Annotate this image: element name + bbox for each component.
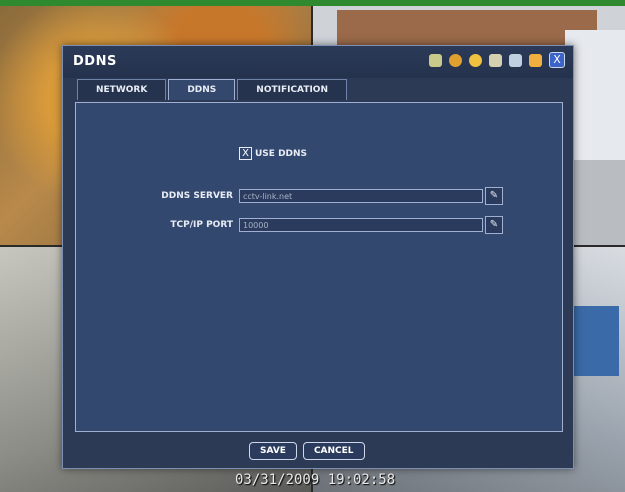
ddns-panel [75, 102, 563, 432]
timestamp: 03/31/2009 19:02:58 [235, 472, 396, 488]
pencil-icon[interactable]: ✎ [485, 187, 503, 205]
tab-ddns[interactable]: DDNS [168, 79, 236, 100]
cancel-button[interactable]: CANCEL [302, 442, 365, 460]
ddns-dialog: DDNS X NETWORK DDNS NOTIFICATION X USE D… [62, 45, 574, 469]
use-ddns-row: X USE DDNS [239, 147, 307, 160]
use-ddns-label: USE DDNS [255, 148, 308, 159]
record-icon[interactable] [449, 53, 462, 67]
use-ddns-checkbox[interactable]: X [239, 147, 252, 160]
camera-icon[interactable] [429, 53, 442, 67]
dialog-title: DDNS [73, 54, 117, 69]
tcp-ip-port-label: TCP/IP PORT [170, 220, 233, 230]
ddns-server-label: DDNS SERVER [161, 191, 233, 201]
search-icon[interactable] [469, 53, 482, 67]
network-icon[interactable] [509, 53, 522, 67]
title-bar: DDNS X [63, 46, 573, 78]
tcp-ip-port-input[interactable]: 10000 [239, 218, 483, 232]
power-icon[interactable] [529, 53, 542, 67]
close-icon[interactable]: X [549, 52, 565, 68]
tab-notification[interactable]: NOTIFICATION [237, 79, 347, 100]
tab-network[interactable]: NETWORK [77, 79, 167, 100]
window [565, 30, 625, 160]
tab-bar: NETWORK DDNS NOTIFICATION [77, 79, 347, 101]
button-row: SAVE CANCEL [249, 442, 365, 460]
toolbar-icons: X [429, 52, 565, 68]
blue-object [571, 306, 619, 376]
save-button[interactable]: SAVE [249, 442, 297, 460]
pencil-icon[interactable]: ✎ [485, 216, 503, 234]
ddns-server-row: DDNS SERVER cctv-link.net ✎ [127, 187, 503, 205]
tcp-ip-port-row: TCP/IP PORT 10000 ✎ [127, 216, 503, 234]
ddns-server-input[interactable]: cctv-link.net [239, 189, 483, 203]
document-icon[interactable] [489, 53, 502, 67]
status-bar [0, 0, 625, 6]
door-frame [337, 10, 597, 50]
